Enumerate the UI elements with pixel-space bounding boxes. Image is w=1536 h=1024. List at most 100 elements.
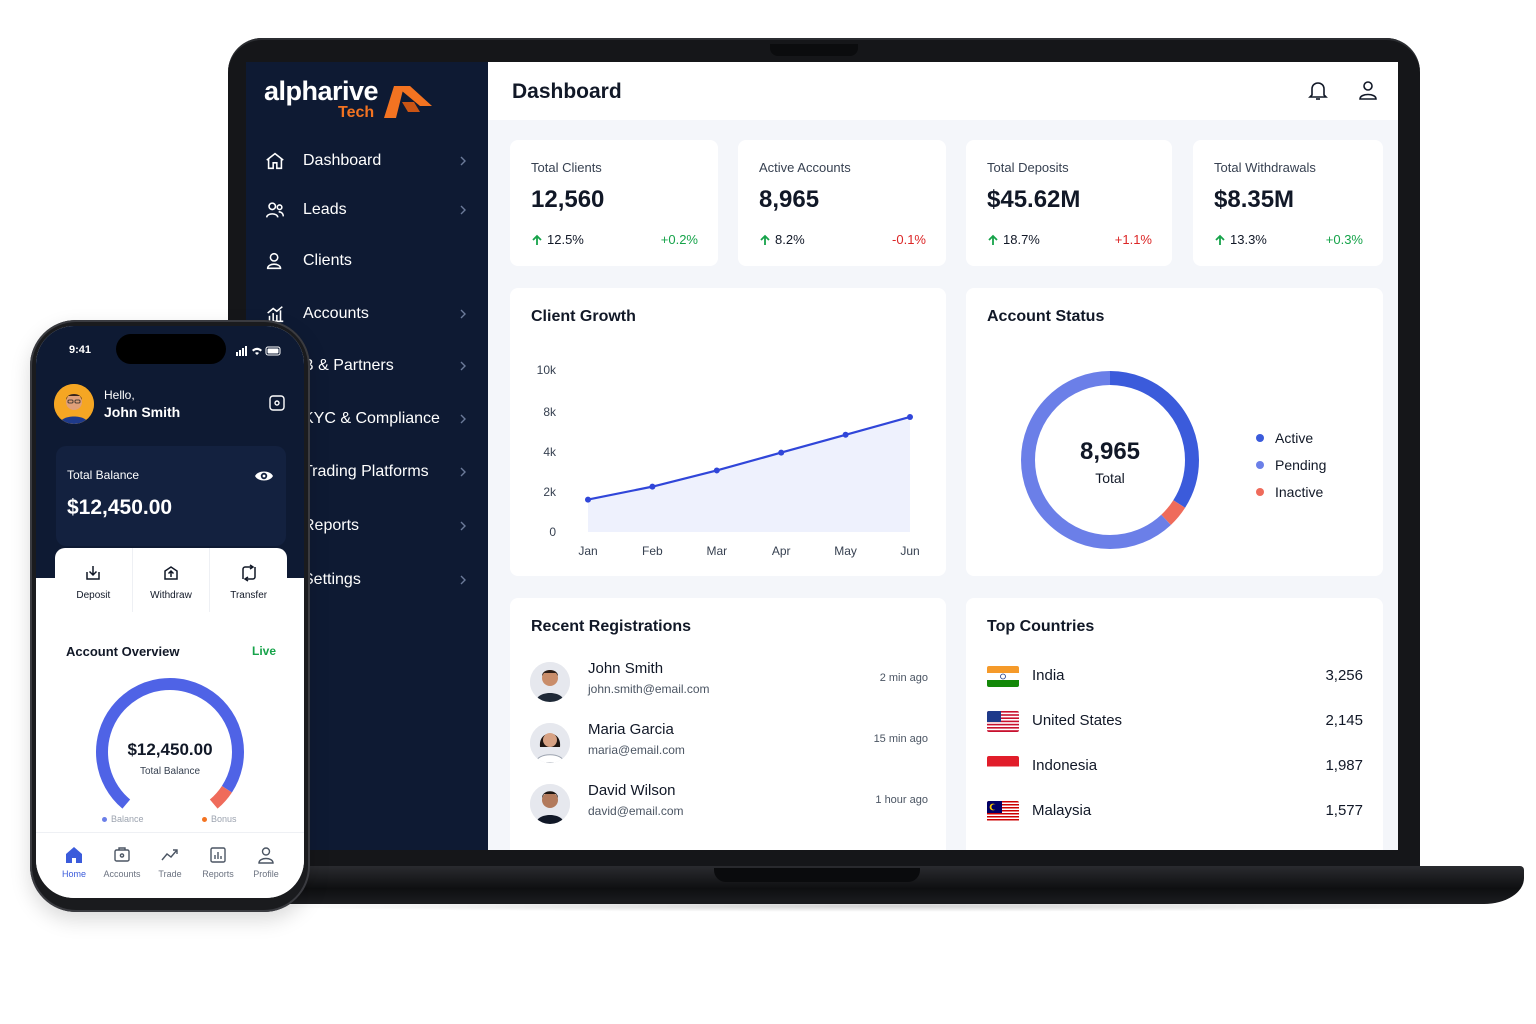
chevron-right-icon bbox=[460, 309, 466, 319]
client-growth-chart: 0 2k 4k 8k 10k Jan Feb Mar Apr May Jun bbox=[537, 363, 920, 558]
sidebar-item-clients[interactable]: Clients bbox=[246, 238, 488, 284]
tab-label: Home bbox=[61, 869, 86, 879]
tab-reports[interactable]: Reports bbox=[191, 841, 245, 881]
y-tick-label: 8k bbox=[543, 405, 557, 419]
dynamic-island bbox=[116, 334, 226, 364]
growth-area bbox=[588, 416, 910, 532]
action-label: Deposit bbox=[76, 590, 111, 601]
tab-accounts[interactable]: Accounts bbox=[95, 841, 149, 881]
sidebar-item-dashboard[interactable]: Dashboard bbox=[246, 138, 488, 184]
stat-change: -0.1% bbox=[892, 232, 926, 247]
legend-dot bbox=[202, 816, 207, 822]
gauge-legend-label: Balance bbox=[111, 814, 144, 824]
registration-name: David Wilson bbox=[588, 782, 676, 799]
legend-item-active: Active bbox=[1256, 430, 1313, 446]
stat-value: 12,560 bbox=[531, 186, 605, 213]
registration-row[interactable]: David Wilson david@email.com 1 hour ago bbox=[530, 782, 928, 832]
country-name: United States bbox=[1032, 712, 1123, 729]
india-flag-icon bbox=[987, 666, 1019, 687]
arrow-up-icon bbox=[988, 234, 998, 245]
registration-name: John Smith bbox=[588, 660, 664, 677]
stat-card-total-clients[interactable]: Total Clients 12,560 12.5% +0.2% bbox=[510, 140, 718, 266]
x-tick-label: Jun bbox=[900, 544, 919, 558]
stat-card-active-accounts[interactable]: Active Accounts 8,965 8.2% -0.1% bbox=[738, 140, 946, 266]
registration-email: maria@email.com bbox=[588, 743, 685, 757]
sidebar-item-label: Dashboard bbox=[303, 152, 382, 169]
stat-card-total-deposits[interactable]: Total Deposits $45.62M 18.7% +1.1% bbox=[966, 140, 1172, 266]
deposit-icon bbox=[86, 566, 101, 580]
legend-item-pending: Pending bbox=[1256, 457, 1326, 473]
sidebar-item-leads[interactable]: Leads bbox=[246, 187, 488, 233]
tab-label: Reports bbox=[202, 869, 234, 879]
users-icon bbox=[265, 202, 285, 218]
balance-card: Total Balance $12,450.00 bbox=[56, 446, 286, 546]
sidebar-item-label: Trading Platforms bbox=[303, 463, 429, 480]
home-icon bbox=[66, 847, 82, 863]
laptop-notch bbox=[714, 868, 920, 882]
sidebar-item-label: Clients bbox=[303, 252, 352, 269]
trend-icon bbox=[161, 849, 178, 861]
country-count: 1,577 bbox=[1325, 802, 1363, 819]
stat-growth-value: 18.7% bbox=[1003, 232, 1040, 247]
tab-home[interactable]: Home bbox=[47, 841, 101, 881]
home-icon bbox=[266, 152, 284, 170]
country-count: 2,145 bbox=[1325, 712, 1363, 729]
donut-total-label: Total bbox=[1095, 470, 1125, 486]
greeting: Hello, bbox=[104, 388, 135, 402]
country-row[interactable]: United States 2,145 bbox=[987, 709, 1363, 735]
stat-label: Active Accounts bbox=[759, 160, 851, 175]
registration-row[interactable]: John Smith john.smith@email.com 2 min ag… bbox=[530, 660, 928, 710]
indonesia-flag-icon bbox=[987, 756, 1019, 777]
withdraw-icon bbox=[164, 566, 178, 580]
avatar-man-icon bbox=[530, 662, 570, 702]
top-countries-card: Top Countries India 3,256 United States … bbox=[966, 598, 1383, 850]
stat-label: Total Withdrawals bbox=[1214, 160, 1316, 175]
chevron-right-icon bbox=[460, 521, 466, 531]
chevron-right-icon bbox=[460, 414, 466, 424]
tab-label: Accounts bbox=[103, 869, 141, 879]
quick-actions: Deposit Withdraw Transfer bbox=[55, 548, 287, 612]
user-icon[interactable] bbox=[1356, 78, 1380, 102]
chevron-right-icon bbox=[460, 361, 466, 371]
stat-value: 8,965 bbox=[759, 186, 820, 213]
main-content: Dashboard Total Clients 12,560 12.5% +0.… bbox=[488, 62, 1398, 850]
laptop-screen: alpharive Tech Dashboard Leads Clients A… bbox=[246, 62, 1398, 850]
x-tick-label: Apr bbox=[772, 544, 791, 558]
legend-label: Inactive bbox=[1275, 484, 1324, 500]
account-status-card: Account Status 8,965 Total Active Pendin… bbox=[966, 288, 1383, 576]
withdraw-button[interactable]: Withdraw bbox=[133, 548, 211, 612]
country-row[interactable]: Malaysia 1,577 bbox=[987, 799, 1363, 825]
avatar-user-icon bbox=[54, 384, 94, 424]
tab-profile[interactable]: Profile bbox=[239, 841, 293, 881]
stat-value: $45.62M bbox=[987, 186, 1081, 213]
country-count: 1,987 bbox=[1325, 757, 1363, 774]
action-label: Withdraw bbox=[150, 590, 192, 601]
country-row[interactable]: India 3,256 bbox=[987, 664, 1363, 690]
report-icon bbox=[210, 847, 226, 863]
avatar[interactable] bbox=[54, 384, 94, 424]
device-mockup-stage: alpharive Tech Dashboard Leads Clients A… bbox=[0, 0, 1536, 1024]
account-overview-title: Account Overview bbox=[66, 644, 180, 659]
registration-time: 2 min ago bbox=[879, 672, 928, 684]
growth-point bbox=[585, 496, 591, 503]
bell-icon[interactable] bbox=[1306, 78, 1330, 102]
avatar-woman-icon bbox=[530, 723, 570, 763]
sidebar-item-label: KYC & Compliance bbox=[303, 410, 440, 427]
tab-trade[interactable]: Trade bbox=[143, 841, 197, 881]
gauge-value: $12,450.00 bbox=[127, 740, 213, 759]
growth-point bbox=[907, 413, 913, 420]
stat-card-total-withdrawals[interactable]: Total Withdrawals $8.35M 13.3% +0.3% bbox=[1193, 140, 1383, 266]
chevron-right-icon bbox=[460, 156, 466, 166]
transfer-button[interactable]: Transfer bbox=[210, 548, 287, 612]
notification-icon[interactable] bbox=[268, 394, 286, 412]
growth-point bbox=[649, 483, 656, 490]
avatar bbox=[530, 723, 570, 763]
legend-dot bbox=[102, 816, 107, 822]
stat-label: Total Clients bbox=[531, 160, 602, 175]
registration-row[interactable]: Maria Garcia maria@email.com 15 min ago bbox=[530, 721, 928, 771]
country-row[interactable]: Indonesia 1,987 bbox=[987, 754, 1363, 780]
top-bar: Dashboard bbox=[488, 62, 1398, 120]
sidebar-item-label: Settings bbox=[303, 571, 361, 588]
eye-icon[interactable] bbox=[254, 466, 274, 486]
deposit-button[interactable]: Deposit bbox=[55, 548, 133, 612]
